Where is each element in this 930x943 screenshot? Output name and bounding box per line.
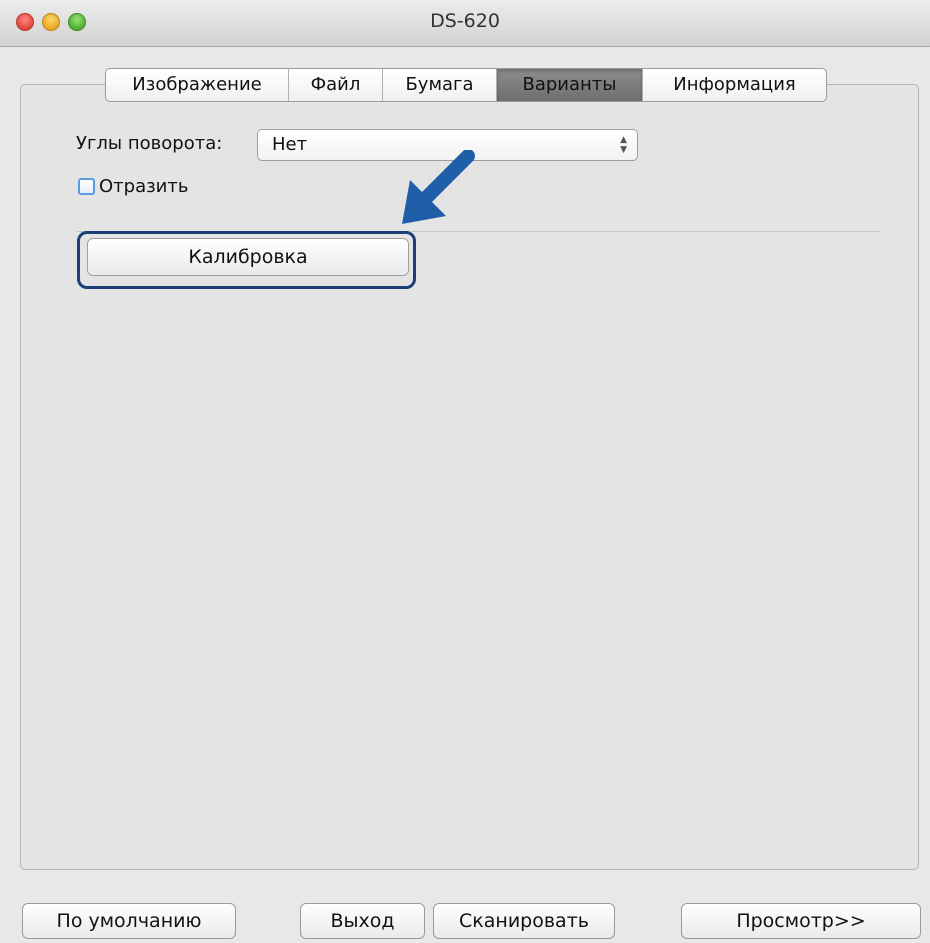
- tab-paper[interactable]: Бумага: [383, 69, 497, 101]
- tab-options[interactable]: Варианты: [497, 69, 643, 101]
- tab-info[interactable]: Информация: [643, 69, 826, 101]
- mirror-label: Отразить: [99, 176, 189, 197]
- tab-bar: Изображение Файл Бумага Варианты Информа…: [105, 68, 827, 102]
- up-down-arrows-icon: ▲ ▼: [620, 135, 627, 155]
- tab-image[interactable]: Изображение: [106, 69, 289, 101]
- mirror-checkbox[interactable]: [78, 178, 95, 195]
- defaults-button[interactable]: По умолчанию: [22, 903, 236, 939]
- rotation-label: Углы поворота:: [76, 133, 223, 154]
- window-title: DS-620: [430, 10, 500, 32]
- calibration-button[interactable]: Калибровка: [87, 238, 409, 276]
- preview-button[interactable]: Просмотр>>: [681, 903, 921, 939]
- rotation-select-value: Нет: [272, 134, 308, 155]
- exit-button[interactable]: Выход: [300, 903, 425, 939]
- scanner-dialog-window: DS-620 Изображение Файл Бумага Варианты …: [0, 0, 930, 943]
- title-bar: DS-620: [0, 0, 930, 47]
- scan-button[interactable]: Сканировать: [433, 903, 615, 939]
- tab-file[interactable]: Файл: [289, 69, 383, 101]
- pointer-arrow-icon: [402, 150, 475, 224]
